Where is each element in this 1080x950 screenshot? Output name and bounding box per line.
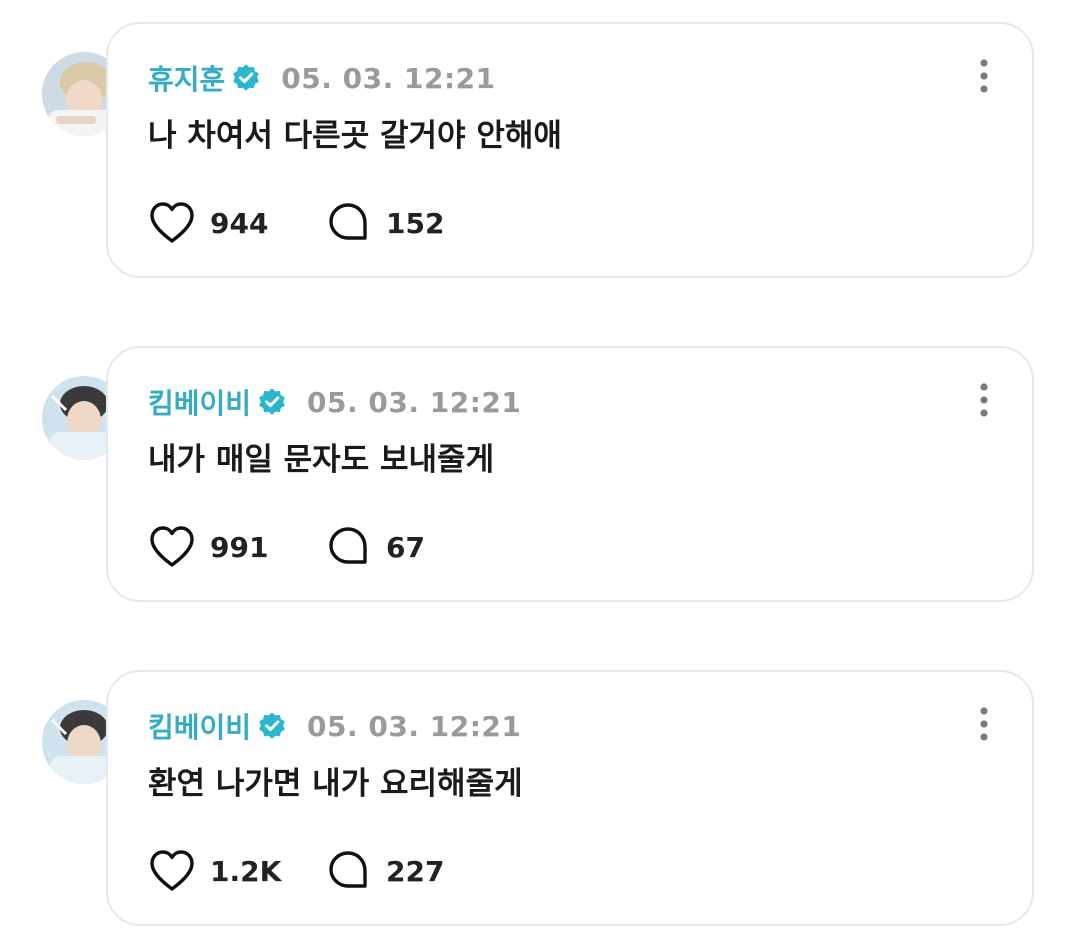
post-text: 내가 매일 문자도 보내줄게 [148, 442, 495, 478]
post-card: 킴베이비 05. 03. 12:21 환연 나가면 내가 요리해줄게 1.2K [0, 670, 1080, 930]
comment-count: 227 [386, 854, 445, 888]
post-header: 킴베이비 05. 03. 12:21 [148, 382, 521, 422]
post-actions: 944 152 [148, 200, 444, 246]
post-text: 환연 나가면 내가 요리해줄게 [148, 766, 523, 802]
comment-count: 152 [386, 206, 445, 240]
like-count: 991 [210, 530, 269, 564]
post-body: 휴지훈 05. 03. 12:21 나 차여서 다른곳 갈거야 안해애 944 [106, 22, 1034, 278]
verified-badge-icon [233, 64, 260, 91]
speech-bubble-icon [329, 851, 367, 888]
heart-icon [150, 526, 194, 567]
post-card: 킴베이비 05. 03. 12:21 내가 매일 문자도 보내줄게 991 67 [0, 346, 1080, 606]
more-vertical-icon[interactable] [974, 382, 994, 418]
username[interactable]: 킴베이비 [148, 706, 251, 746]
like-button[interactable]: 944 [148, 200, 324, 246]
like-button[interactable]: 1.2K [148, 848, 324, 894]
more-vertical-icon[interactable] [974, 58, 994, 94]
verified-badge-icon [259, 388, 285, 415]
like-count: 1.2K [210, 854, 282, 888]
post-card: 휴지훈 05. 03. 12:21 나 차여서 다른곳 갈거야 안해애 944 [0, 22, 1080, 282]
post-text: 나 차여서 다른곳 갈거야 안해애 [148, 118, 562, 154]
comment-count: 67 [386, 530, 425, 564]
like-button[interactable]: 991 [148, 524, 324, 570]
comment-button[interactable]: 227 [324, 848, 444, 894]
timestamp: 05. 03. 12:21 [281, 61, 496, 95]
comment-button[interactable]: 152 [324, 200, 444, 246]
comment-button[interactable]: 67 [324, 524, 425, 570]
post-body: 킴베이비 05. 03. 12:21 내가 매일 문자도 보내줄게 991 67 [106, 346, 1034, 602]
timestamp: 05. 03. 12:21 [307, 709, 522, 743]
post-actions: 1.2K 227 [148, 848, 444, 894]
like-count: 944 [210, 206, 269, 240]
verified-badge-icon [259, 712, 285, 739]
post-header: 휴지훈 05. 03. 12:21 [148, 58, 496, 98]
heart-icon [150, 202, 194, 243]
heart-icon [150, 850, 194, 891]
post-actions: 991 67 [148, 524, 425, 570]
username[interactable]: 킴베이비 [148, 382, 251, 422]
speech-bubble-icon [329, 203, 367, 240]
post-header: 킴베이비 05. 03. 12:21 [148, 706, 521, 746]
timestamp: 05. 03. 12:21 [307, 385, 522, 419]
username[interactable]: 휴지훈 [148, 58, 225, 98]
post-body: 킴베이비 05. 03. 12:21 환연 나가면 내가 요리해줄게 1.2K [106, 670, 1034, 926]
more-vertical-icon[interactable] [974, 706, 994, 742]
speech-bubble-icon [329, 527, 367, 564]
